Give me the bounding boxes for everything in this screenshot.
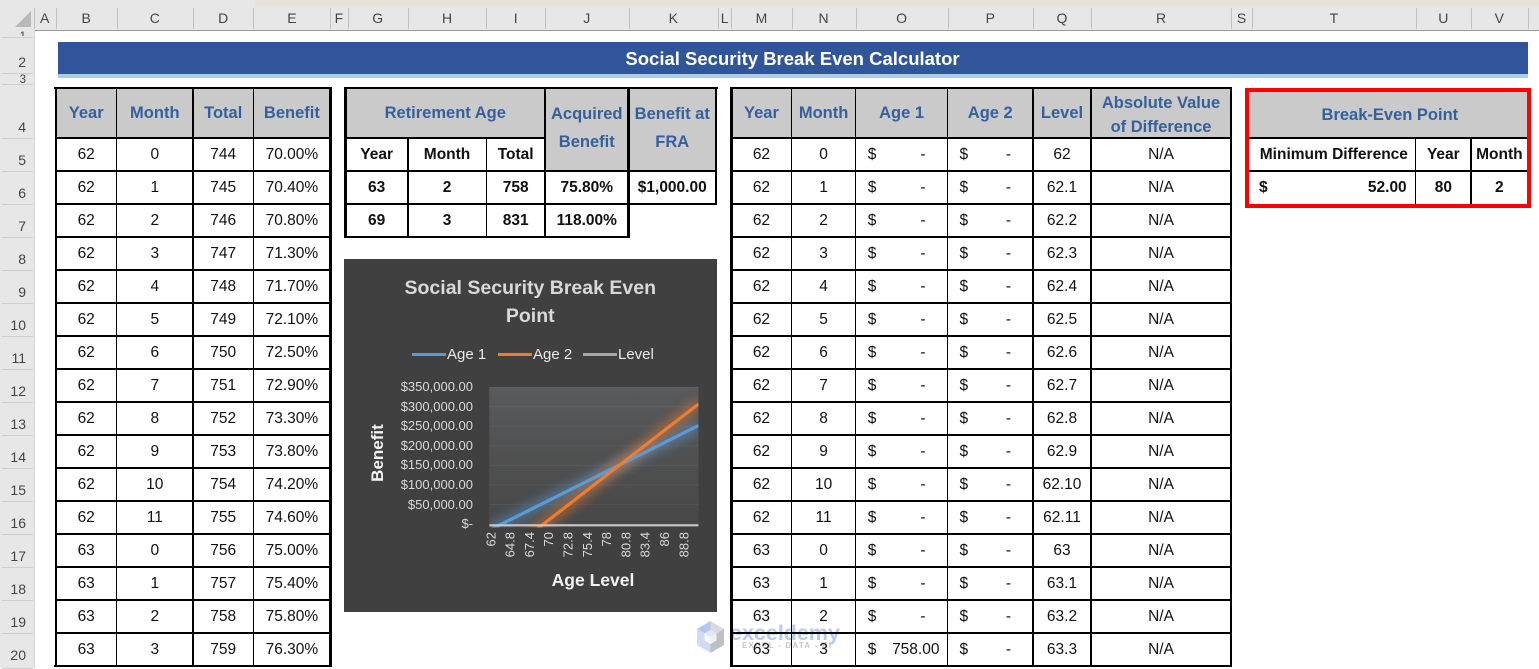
svg-text:88.8: 88.8 [676, 532, 691, 557]
svg-text:70: 70 [541, 532, 556, 546]
svg-text:Benefit: Benefit [368, 424, 387, 482]
svg-text:75.4: 75.4 [579, 532, 594, 557]
svg-text:83.4: 83.4 [637, 532, 652, 557]
svg-text:80.8: 80.8 [618, 532, 633, 557]
svg-text:72.8: 72.8 [560, 532, 575, 557]
svg-text:62: 62 [483, 532, 498, 546]
svg-text:67.4: 67.4 [521, 532, 536, 557]
svg-text:78: 78 [599, 532, 614, 546]
svg-text:64.8: 64.8 [502, 532, 517, 557]
svg-text:86: 86 [657, 532, 672, 546]
